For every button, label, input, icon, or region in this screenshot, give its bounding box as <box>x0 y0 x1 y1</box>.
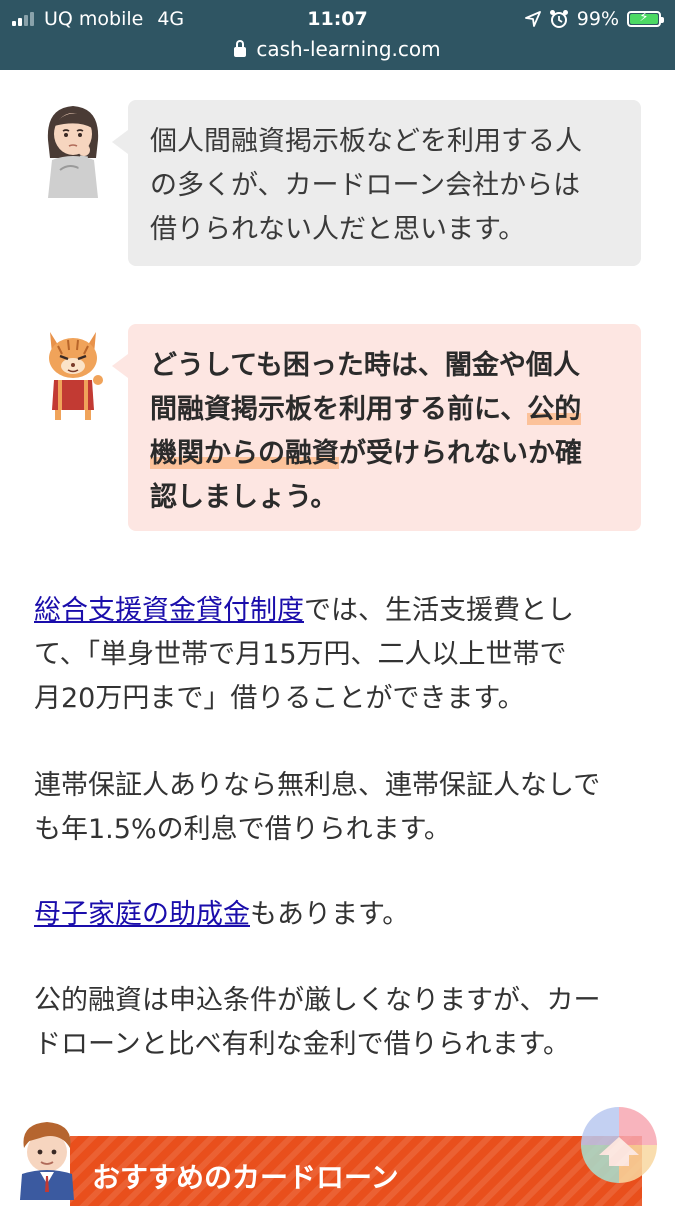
charging-bolt-icon: ⚡ <box>639 10 649 25</box>
paragraph-text: では、生活支援費とし <box>304 595 574 626</box>
paragraph-public-loans: 公的融資は申込条件が厳しくなりますが、カー ドローンと比べ有利な金利で借りられま… <box>34 979 644 1067</box>
woman-avatar <box>47 106 99 198</box>
recommend-section-header: おすすめのカードローン <box>70 1136 642 1206</box>
paragraph-interest: 連帯保証人ありなら無利息、連帯保証人なしで も年1.5%の利息で借りられます。 <box>34 764 644 852</box>
paragraph-line: 月20万円まで」借りることができます。 <box>34 683 525 714</box>
address-url: cash-learning.com <box>256 37 441 61</box>
highlighted-text: 公的 <box>527 394 582 425</box>
address-bar[interactable]: cash-learning.com <box>0 34 675 64</box>
scroll-to-top-button[interactable] <box>581 1107 657 1183</box>
link-boshi-katei[interactable]: 母子家庭の助成金 <box>34 899 250 930</box>
paragraph-line: 母子家庭の助成金もあります。 <box>34 893 644 937</box>
location-arrow-icon <box>524 11 541 27</box>
paragraph-line: も年1.5%の利息で借りられます。 <box>34 814 451 845</box>
paragraph-text: もあります。 <box>250 899 410 930</box>
alarm-clock-icon <box>549 10 568 28</box>
scroll-to-top-icon <box>599 1137 639 1155</box>
speech-bubble-gray: 個人間融資掲示板などを利用する人 の多くが、カードローン会社からは 借りられない… <box>112 100 641 266</box>
paragraph-line: 総合支援資金貸付制度では、生活支援費とし <box>34 589 644 633</box>
bubble-line-text: 間融資掲示板を利用する前に、 <box>150 394 528 425</box>
paragraph-single-mother: 母子家庭の助成金もあります。 <box>34 893 644 937</box>
paragraph-line: ドローンと比べ有利な金利で借りられます。 <box>34 1029 570 1060</box>
highlighted-text: 機関からの融資 <box>150 438 339 469</box>
link-sogo-shien[interactable]: 総合支援資金貸付制度 <box>34 595 304 626</box>
bubble-line-text: が受けられないか確 <box>339 438 582 469</box>
bubble-line: どうしても困った時は、闇金や個人 <box>150 350 580 381</box>
paragraph-line: て、「単身世帯で月15万円、二人以上世帯で <box>34 639 567 670</box>
battery-icon: ⚡ <box>627 10 664 27</box>
bubble-line: 借りられない人だと思います。 <box>150 214 526 245</box>
paragraph-loan-system: 総合支援資金貸付制度では、生活支援費とし て、「単身世帯で月15万円、二人以上世… <box>34 589 644 721</box>
status-bar: UQ mobile 4G 11:07 99% ⚡ cash-learning.c… <box>0 0 675 70</box>
scroll-to-top-icon-stem <box>609 1154 629 1166</box>
paragraph-line: 連帯保証人ありなら無利息、連帯保証人なしで <box>34 770 601 801</box>
status-right: 99% ⚡ <box>524 6 664 32</box>
bubble-text: どうしても困った時は、闇金や個人 間融資掲示板を利用する前に、公的 機関からの融… <box>150 344 619 520</box>
lock-icon <box>234 39 247 57</box>
battery-percent: 99% <box>576 8 619 30</box>
speech-bubble-pink: どうしても困った時は、闇金や個人 間融資掲示板を利用する前に、公的 機関からの融… <box>112 324 641 531</box>
cat-avatar <box>49 332 103 420</box>
bubble-line: の多くが、カードローン会社からは <box>150 170 581 201</box>
section-title: おすすめのカードローン <box>92 1161 399 1194</box>
bubble-line: 認しましょう。 <box>150 482 338 513</box>
bubble-line: 間融資掲示板を利用する前に、公的 <box>150 388 619 432</box>
man-avatar <box>20 1122 74 1200</box>
bubble-line: 機関からの融資が受けられないか確 <box>150 432 619 476</box>
bubble-line: 個人間融資掲示板などを利用する人 <box>150 126 582 157</box>
paragraph-line: 公的融資は申込条件が厳しくなりますが、カー <box>34 985 601 1016</box>
bubble-text: 個人間融資掲示板などを利用する人 の多くが、カードローン会社からは 借りられない… <box>150 120 619 252</box>
